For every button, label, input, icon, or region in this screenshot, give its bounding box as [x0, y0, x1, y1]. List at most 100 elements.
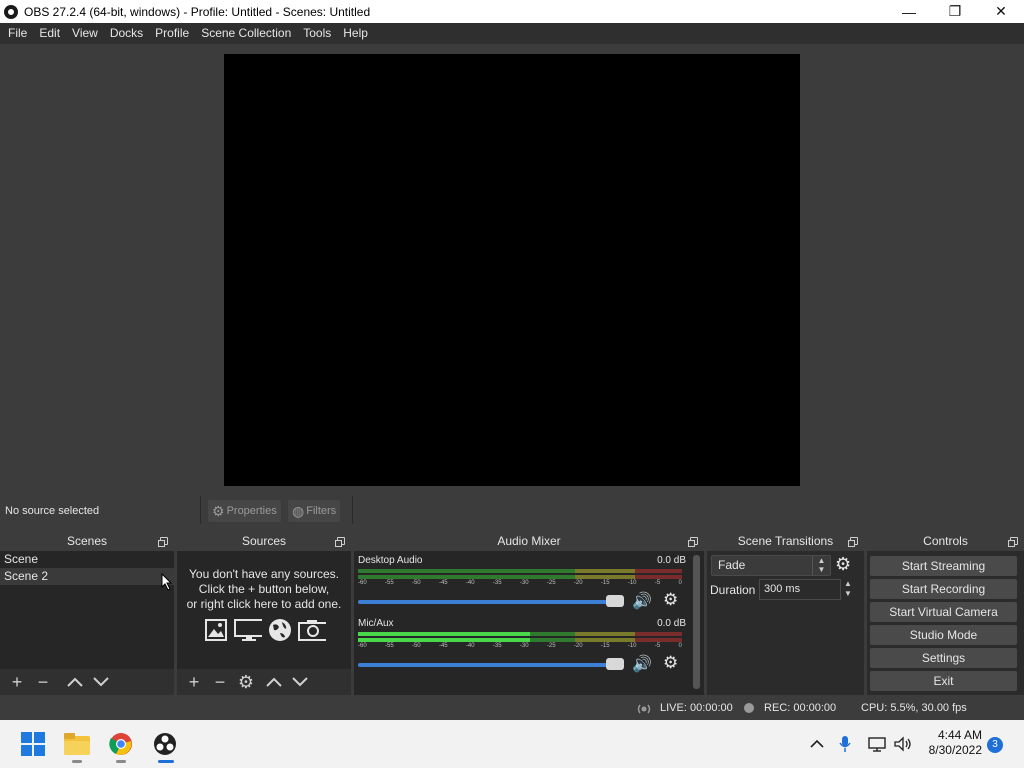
- scene-item[interactable]: Scene: [0, 551, 174, 568]
- chevron-down-icon: [292, 677, 308, 687]
- tick: -10: [627, 580, 637, 586]
- settings-button[interactable]: Settings: [870, 648, 1017, 668]
- meter-level: [358, 632, 530, 636]
- remove-scene-button[interactable]: −: [30, 671, 56, 693]
- obs-taskbar-icon[interactable]: [151, 730, 179, 758]
- volume-meter: [358, 632, 682, 636]
- tick: -10: [627, 643, 637, 649]
- undock-icon[interactable]: [688, 537, 698, 547]
- close-button[interactable]: ✕: [978, 0, 1024, 23]
- tick: -45: [438, 580, 448, 586]
- move-scene-up-button[interactable]: [62, 671, 88, 693]
- menu-help[interactable]: Help: [337, 23, 374, 44]
- preview-area: [0, 44, 1024, 496]
- start-streaming-button[interactable]: Start Streaming: [870, 556, 1017, 576]
- undock-icon[interactable]: [158, 537, 168, 547]
- camera-icon: [298, 617, 326, 643]
- scenes-dock: Scenes Scene Scene 2 + −: [0, 531, 174, 695]
- mixer-scrollbar[interactable]: [693, 555, 700, 689]
- undock-icon[interactable]: [848, 537, 858, 547]
- tick: -35: [492, 643, 502, 649]
- gear-icon: ⚙: [212, 502, 225, 519]
- taskbar-clock[interactable]: 4:44 AM 8/30/2022: [926, 728, 982, 758]
- image-icon: [202, 617, 230, 643]
- speaker-icon[interactable]: 🔊: [632, 654, 652, 674]
- scene-transitions-dock: Scene Transitions Fade ▲ ▼ ⚙ Duration 300…: [707, 531, 864, 695]
- volume-slider-track[interactable]: [358, 663, 622, 667]
- volume-slider-handle[interactable]: [606, 658, 624, 670]
- show-hidden-icons[interactable]: [809, 720, 825, 768]
- duration-input[interactable]: 300 ms: [759, 579, 841, 600]
- remove-source-button[interactable]: −: [207, 671, 233, 693]
- network-icon[interactable]: [868, 720, 888, 768]
- menu-docks[interactable]: Docks: [104, 23, 149, 44]
- chevron-updown-icon: ▲ ▼: [812, 556, 830, 575]
- move-scene-down-button[interactable]: [88, 671, 114, 693]
- taskbar: 4:44 AM 8/30/2022 3: [0, 720, 1024, 768]
- menu-scene-collection[interactable]: Scene Collection: [195, 23, 297, 44]
- gear-icon[interactable]: ⚙: [663, 653, 678, 673]
- volume-slider-track[interactable]: [358, 600, 622, 604]
- live-timer: LIVE: 00:00:00: [660, 702, 733, 714]
- transition-select[interactable]: Fade ▲ ▼: [711, 555, 831, 576]
- window-title: OBS 27.2.4 (64-bit, windows) - Profile: …: [24, 4, 371, 19]
- menu-edit[interactable]: Edit: [33, 23, 66, 44]
- tick: -20: [573, 580, 583, 586]
- tick: 0: [678, 580, 682, 586]
- audio-mixer-dock: Audio Mixer Desktop Audio 0.0 dB -60 -55 -…: [354, 531, 704, 695]
- transitions-body: Fade ▲ ▼ ⚙ Duration 300 ms ▲ ▼: [707, 551, 864, 695]
- exit-button[interactable]: Exit: [870, 671, 1017, 691]
- scene-item[interactable]: Scene 2: [0, 568, 174, 585]
- meter-ticks: -60 -55 -50 -45 -40 -35 -30 -25 -20 -15 -10 -5 0: [358, 580, 682, 588]
- start-recording-button[interactable]: Start Recording: [870, 579, 1017, 599]
- volume-icon[interactable]: [893, 720, 913, 768]
- gear-icon[interactable]: ⚙: [663, 590, 678, 610]
- menu-file[interactable]: File: [2, 23, 33, 44]
- preview-canvas[interactable]: [224, 54, 800, 486]
- gear-icon[interactable]: ⚙: [835, 554, 851, 575]
- mouse-cursor-icon: [161, 573, 173, 591]
- maximize-button[interactable]: ❐: [932, 0, 978, 23]
- filter-icon: ◍: [292, 502, 305, 519]
- running-indicator: [72, 760, 82, 763]
- speaker-icon[interactable]: 🔊: [632, 591, 652, 611]
- volume-slider-handle[interactable]: [606, 595, 624, 607]
- windows-start-icon[interactable]: [19, 730, 47, 758]
- tick: 0: [678, 643, 682, 649]
- empty-sources-message: You don't have any sources. Click the + …: [177, 567, 351, 612]
- start-virtual-camera-button[interactable]: Start Virtual Camera: [870, 602, 1017, 622]
- move-source-up-button[interactable]: [261, 671, 287, 693]
- add-source-button[interactable]: +: [181, 671, 207, 693]
- undock-icon[interactable]: [335, 537, 345, 547]
- undock-icon[interactable]: [1008, 537, 1018, 547]
- add-scene-button[interactable]: +: [4, 671, 30, 693]
- source-properties-button[interactable]: ⚙: [233, 671, 259, 693]
- tick: -5: [654, 643, 661, 649]
- channel-name: Mic/Aux: [358, 618, 394, 629]
- chrome-icon[interactable]: [107, 730, 135, 758]
- properties-button[interactable]: ⚙ Properties: [208, 500, 281, 522]
- monitor-icon: [234, 617, 262, 643]
- menu-tools[interactable]: Tools: [297, 23, 337, 44]
- duration-stepper[interactable]: ▲ ▼: [841, 579, 855, 600]
- scenes-footer: + −: [0, 669, 174, 695]
- tick: -45: [438, 643, 448, 649]
- chevron-down-icon: [93, 677, 109, 687]
- toolbar-separator: [200, 496, 201, 524]
- file-explorer-icon[interactable]: [63, 730, 91, 758]
- menu-profile[interactable]: Profile: [149, 23, 195, 44]
- move-source-down-button[interactable]: [287, 671, 313, 693]
- sources-list[interactable]: You don't have any sources. Click the + …: [177, 551, 351, 695]
- tick: -60: [358, 643, 367, 649]
- notification-badge[interactable]: 3: [987, 737, 1003, 753]
- minimize-button[interactable]: —: [886, 0, 932, 23]
- sources-footer: + − ⚙: [177, 669, 351, 695]
- microphone-icon[interactable]: [838, 720, 852, 768]
- filters-button[interactable]: ◍ Filters: [288, 500, 341, 522]
- studio-mode-button[interactable]: Studio Mode: [870, 625, 1017, 645]
- tick: -60: [358, 580, 367, 586]
- menu-view[interactable]: View: [66, 23, 104, 44]
- mixer-channel-mic-aux: Mic/Aux 0.0 dB -60 -55 -50 -45 -40 -35 -30 -25-…: [358, 618, 686, 680]
- cpu-status: CPU: 5.5%, 30.00 fps: [861, 702, 967, 714]
- gear-icon: ⚙: [237, 671, 255, 692]
